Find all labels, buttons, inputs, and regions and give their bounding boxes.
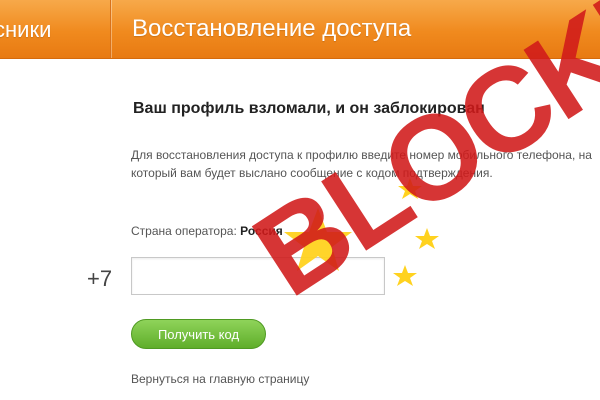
operator-value[interactable]: Россия <box>240 224 283 238</box>
site-brand-link[interactable]: сники <box>0 15 102 45</box>
get-code-button[interactable]: Получить код <box>131 319 266 349</box>
top-navigation-bar: сники Восстановление доступа <box>0 0 600 59</box>
phone-number-input[interactable] <box>131 257 385 295</box>
back-to-home-link[interactable]: Вернуться на главную страницу <box>131 372 309 386</box>
operator-label: Страна оператора: <box>131 224 237 238</box>
phone-prefix: +7 <box>87 266 113 291</box>
header-divider <box>110 0 111 58</box>
recovery-form: Ваш профиль взломали, и он заблокирован … <box>0 58 600 400</box>
operator-country: Страна оператора: Россия <box>131 224 283 238</box>
headline: Ваш профиль взломали, и он заблокирован <box>133 100 485 117</box>
page-title: Восстановление доступа <box>132 15 412 42</box>
instructions-text: Для восстановления доступа к профилю вве… <box>131 148 592 180</box>
